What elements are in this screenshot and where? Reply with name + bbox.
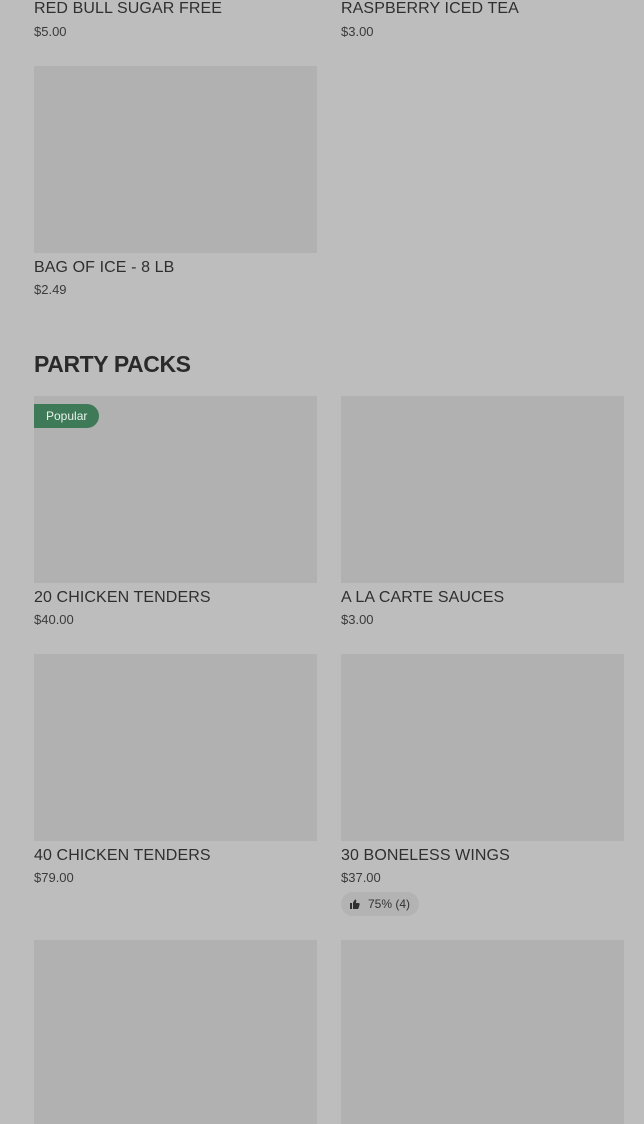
- item-price: $37.00: [341, 870, 381, 885]
- item-title: 30 BONELESS WINGS: [341, 847, 510, 864]
- item-image: [34, 654, 317, 841]
- item-price: $2.49: [34, 282, 67, 297]
- menu-item-raspberry-iced-tea[interactable]: RASPBERRY ICED TEA $3.00: [341, 0, 624, 44]
- item-price: $3.00: [341, 612, 374, 627]
- menu-item-30-boneless-wings[interactable]: 30 BONELESS WINGS $37.00 75% (4): [341, 654, 624, 918]
- menu-item-20-chicken-tenders[interactable]: Popular 20 CHICKEN TENDERS $40.00: [34, 396, 317, 636]
- thumbs-up-icon: [350, 899, 360, 909]
- item-image: [34, 940, 317, 1124]
- item-image: [341, 654, 624, 841]
- item-title: BAG OF ICE - 8 LB: [34, 259, 175, 276]
- rating-chip: 75% (4): [341, 892, 420, 916]
- item-title: 20 CHICKEN TENDERS: [34, 589, 211, 606]
- menu-item-bag-of-ice[interactable]: BAG OF ICE - 8 LB $2.49: [34, 66, 317, 306]
- item-price: $79.00: [34, 870, 74, 885]
- item-title: RED BULL SUGAR FREE: [34, 0, 223, 17]
- item-image: [34, 66, 317, 253]
- section-heading-party-packs: PARTY PACKS: [34, 351, 191, 377]
- menu-item-red-bull-sugar-free[interactable]: RED BULL SUGAR FREE $5.00: [34, 0, 317, 44]
- item-image: [341, 940, 624, 1124]
- item-price: $5.00: [34, 24, 67, 39]
- popular-badge: Popular: [34, 404, 100, 428]
- item-image: Popular: [34, 396, 317, 583]
- rating-text: 75% (4): [368, 897, 411, 911]
- menu-item-a-la-carte-sauces[interactable]: A LA CARTE SAUCES $3.00: [341, 396, 624, 636]
- item-title: A LA CARTE SAUCES: [341, 589, 505, 606]
- item-price: $3.00: [341, 24, 374, 39]
- menu-item-card[interactable]: [341, 940, 624, 1124]
- menu-item-40-chicken-tenders[interactable]: 40 CHICKEN TENDERS $79.00: [34, 654, 317, 894]
- item-title: RASPBERRY ICED TEA: [341, 0, 519, 17]
- item-image: [341, 396, 624, 583]
- item-price: $40.00: [34, 612, 74, 627]
- item-title: 40 CHICKEN TENDERS: [34, 847, 211, 864]
- menu-item-card[interactable]: [34, 940, 317, 1124]
